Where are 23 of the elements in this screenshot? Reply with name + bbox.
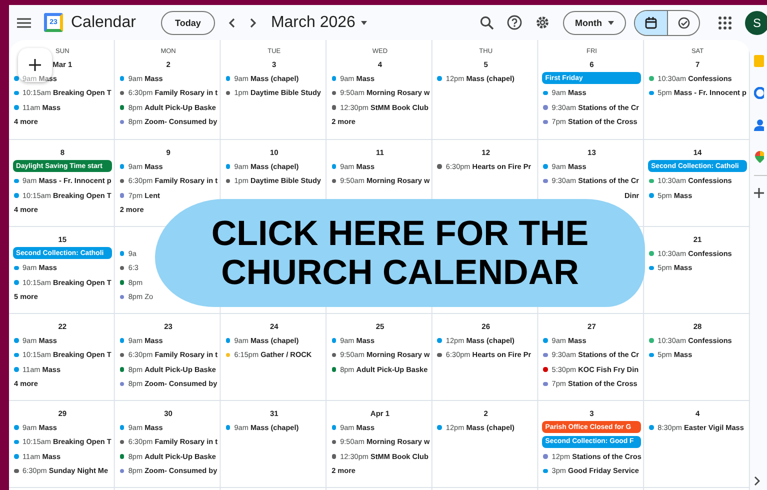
month-picker[interactable]: March 2026: [270, 14, 368, 32]
chevron-right-icon[interactable]: [754, 476, 760, 486]
chevron-right-icon[interactable]: [248, 18, 257, 28]
settings-icon[interactable]: [535, 15, 550, 30]
view-toggle-button[interactable]: [635, 10, 667, 34]
today-button[interactable]: Today: [160, 10, 215, 34]
calendar-icon: [645, 16, 657, 28]
apps-icon[interactable]: [718, 16, 732, 30]
app-title: Calendar: [71, 14, 136, 32]
check-circle-icon: [678, 16, 690, 28]
menu-icon[interactable]: [17, 18, 31, 28]
chevron-left-icon[interactable]: [228, 18, 236, 28]
caret-icon: [608, 20, 614, 24]
plus-icon: [29, 59, 41, 71]
promo-overlay[interactable]: CLICK HERE FOR THE CHURCH CALENDAR: [155, 199, 645, 307]
plus-icon[interactable]: [754, 188, 764, 198]
avatar[interactable]: S: [745, 10, 767, 34]
map-pin-icon[interactable]: [754, 151, 764, 163]
help-icon[interactable]: [507, 15, 522, 30]
search-icon[interactable]: [480, 16, 494, 30]
view-dropdown[interactable]: Month: [563, 10, 626, 34]
contacts-icon[interactable]: [754, 119, 764, 131]
caret-icon: [361, 20, 368, 24]
